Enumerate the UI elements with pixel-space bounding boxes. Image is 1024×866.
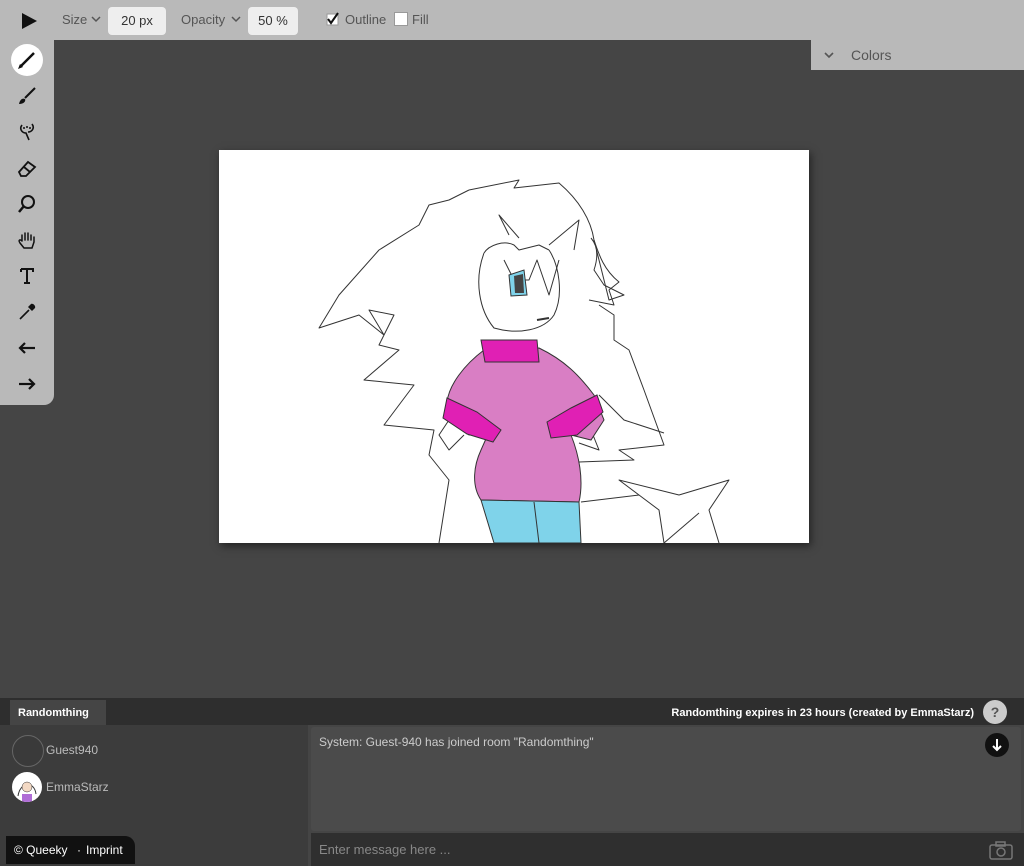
zoom-icon xyxy=(18,195,35,213)
colors-panel-header[interactable]: Colors xyxy=(811,40,1024,70)
text-icon xyxy=(20,268,34,284)
pen-tool[interactable] xyxy=(11,44,43,76)
redo-icon xyxy=(19,378,36,390)
camera-icon[interactable] xyxy=(988,838,1014,860)
chevron-down-icon xyxy=(824,52,834,59)
fill-label: Fill xyxy=(412,12,429,27)
drawing-artwork xyxy=(318,179,730,544)
arrow-down-icon xyxy=(992,739,1002,752)
drawing-canvas[interactable] xyxy=(219,150,809,544)
eyedropper-tool[interactable] xyxy=(11,296,43,328)
size-chevron-down-icon[interactable] xyxy=(90,13,102,25)
undo-tool[interactable] xyxy=(11,332,43,364)
opacity-chevron-down-icon[interactable] xyxy=(230,13,242,25)
hand-icon xyxy=(18,232,35,249)
pen-icon xyxy=(18,52,35,69)
avatar xyxy=(12,735,44,767)
copyright-link[interactable]: © Queeky xyxy=(14,843,68,857)
room-tab-label: Randomthing xyxy=(18,707,89,719)
outline-checkbox[interactable] xyxy=(326,12,339,26)
airbrush-icon xyxy=(19,123,35,141)
colors-label: Colors xyxy=(851,47,892,63)
user-name: Guest940 xyxy=(46,743,99,757)
hand-tool[interactable] xyxy=(11,224,43,256)
chat-messages: System: Guest-940 has joined room "Rando… xyxy=(311,727,1021,831)
size-input[interactable]: 20 px xyxy=(108,7,166,35)
opacity-input[interactable]: 50 % xyxy=(248,7,298,35)
user-name: EmmaStarz xyxy=(46,780,109,794)
eraser-icon xyxy=(17,160,37,177)
brush-tool[interactable] xyxy=(11,80,43,112)
imprint-link[interactable]: Imprint xyxy=(86,843,123,857)
airbrush-tool[interactable] xyxy=(11,116,43,148)
footer-separator: · xyxy=(77,843,81,857)
scroll-down-button[interactable] xyxy=(985,733,1009,757)
play-icon[interactable] xyxy=(18,10,40,32)
eraser-tool[interactable] xyxy=(11,152,43,184)
redo-tool[interactable] xyxy=(11,368,43,400)
chat-message-input[interactable] xyxy=(311,833,1024,866)
system-message: System: Guest-940 has joined room "Rando… xyxy=(319,735,594,749)
size-label: Size xyxy=(62,12,88,27)
fill-checkbox[interactable] xyxy=(394,12,408,26)
opacity-label: Opacity xyxy=(181,12,226,27)
help-button[interactable]: ? xyxy=(983,700,1007,724)
outline-label: Outline xyxy=(345,12,387,27)
zoom-tool[interactable] xyxy=(11,188,43,220)
room-expiry-text: Randomthing expires in 23 hours (created… xyxy=(671,707,974,719)
avatar xyxy=(12,772,42,802)
undo-icon xyxy=(18,342,35,354)
top-toolbar: Size 20 px Opacity 50 % Outline Fill xyxy=(0,0,1024,40)
eyedropper-icon xyxy=(19,303,36,320)
footer: © Queeky · Imprint xyxy=(6,836,135,864)
text-tool[interactable] xyxy=(11,260,43,292)
brush-icon xyxy=(19,87,36,104)
tool-panel xyxy=(0,40,54,405)
